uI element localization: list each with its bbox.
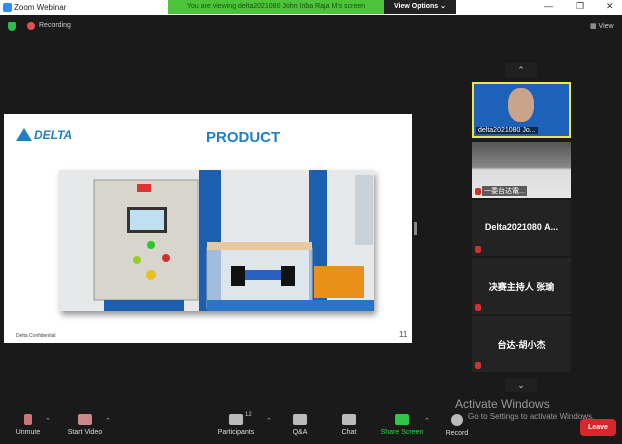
view-options-button[interactable]: View Options ⌄ [384, 0, 456, 14]
gallery-scroll-up-button[interactable]: ⌃ [505, 63, 537, 77]
muted-mic-icon [24, 414, 32, 425]
view-button[interactable]: ▦ View [590, 22, 614, 30]
product-photo [59, 170, 374, 311]
share-options-caret[interactable]: ⌃ [424, 417, 430, 425]
participants-icon [229, 414, 243, 425]
video-off-icon [78, 414, 92, 425]
participant-name: Delta2021080 A... [484, 222, 559, 232]
leave-button[interactable]: Leave [580, 419, 616, 436]
qa-button[interactable]: Q&A [286, 408, 314, 436]
participants-count: 12 [245, 412, 252, 418]
video-tile-active-speaker[interactable]: delta2021080 Jo... [472, 82, 571, 138]
slide-title: PRODUCT [206, 129, 281, 146]
chat-icon [342, 414, 356, 425]
muted-mic-icon [475, 362, 481, 369]
qa-icon [293, 414, 307, 425]
participant-name: 决赛主持人 张瑜 [488, 282, 555, 292]
gallery-scroll-down-button[interactable]: ⌄ [505, 378, 537, 392]
video-tile[interactable]: 台达-胡小杰 [472, 316, 571, 372]
restore-button[interactable]: ❐ [576, 1, 584, 12]
participant-video [508, 88, 534, 122]
delta-logo: DELTA [16, 128, 72, 142]
chat-button[interactable]: Chat [335, 408, 363, 436]
qa-label: Q&A [292, 429, 308, 436]
slide-page-number: 11 [399, 330, 408, 339]
share-screen-button[interactable]: Share Screen [378, 408, 426, 436]
chat-label: Chat [341, 429, 357, 436]
participant-name: 一委台达電... [482, 186, 527, 196]
start-video-label: Start Video [67, 429, 103, 436]
share-screen-icon [395, 414, 409, 425]
muted-mic-icon [475, 246, 481, 253]
muted-mic-icon [475, 188, 481, 195]
participants-label: Participants [217, 429, 255, 436]
close-button[interactable]: ✕ [606, 1, 614, 12]
share-screen-label: Share Screen [380, 429, 424, 436]
record-label: Record [445, 430, 469, 437]
zoom-logo-icon [3, 3, 12, 12]
audio-options-caret[interactable]: ⌃ [45, 417, 51, 425]
participants-caret[interactable]: ⌃ [266, 417, 272, 425]
viewing-banner: You are viewing delta2021080 John Inba R… [168, 0, 384, 14]
window-title: Zoom Webinar [14, 3, 67, 12]
start-video-button[interactable]: Start Video [62, 408, 108, 436]
shield-icon[interactable] [8, 22, 16, 31]
product-photo-image [93, 170, 374, 311]
video-tile[interactable]: Delta2021080 A... [472, 200, 571, 256]
recording-label: Recording [39, 22, 71, 29]
slide-footer: Delta Confidential [16, 333, 56, 339]
shared-slide: DELTA PRODUCT Delta Confidential 11 [4, 114, 412, 343]
record-button[interactable]: Record [442, 408, 472, 437]
meeting-topbar: Recording ▦ View [0, 15, 622, 37]
logo-text: DELTA [34, 128, 73, 142]
panel-resize-handle[interactable] [414, 222, 417, 235]
video-options-caret[interactable]: ⌃ [105, 417, 111, 425]
participant-name: delta2021080 Jo... [476, 127, 538, 134]
meeting-toolbar: Unmute ⌃ Start Video ⌃ Participants 12 ⌃… [0, 408, 622, 444]
muted-mic-icon [475, 304, 481, 311]
unmute-button[interactable]: Unmute [10, 408, 46, 436]
video-tile[interactable]: 决赛主持人 张瑜 [472, 258, 571, 314]
delta-logo-icon [16, 128, 32, 141]
record-icon [451, 414, 463, 426]
video-tile[interactable]: 一委台达電... [472, 142, 571, 198]
unmute-label: Unmute [15, 429, 41, 436]
participant-name: 台达-胡小杰 [497, 340, 546, 350]
minimize-button[interactable]: — [544, 1, 553, 11]
recording-icon [27, 22, 35, 30]
